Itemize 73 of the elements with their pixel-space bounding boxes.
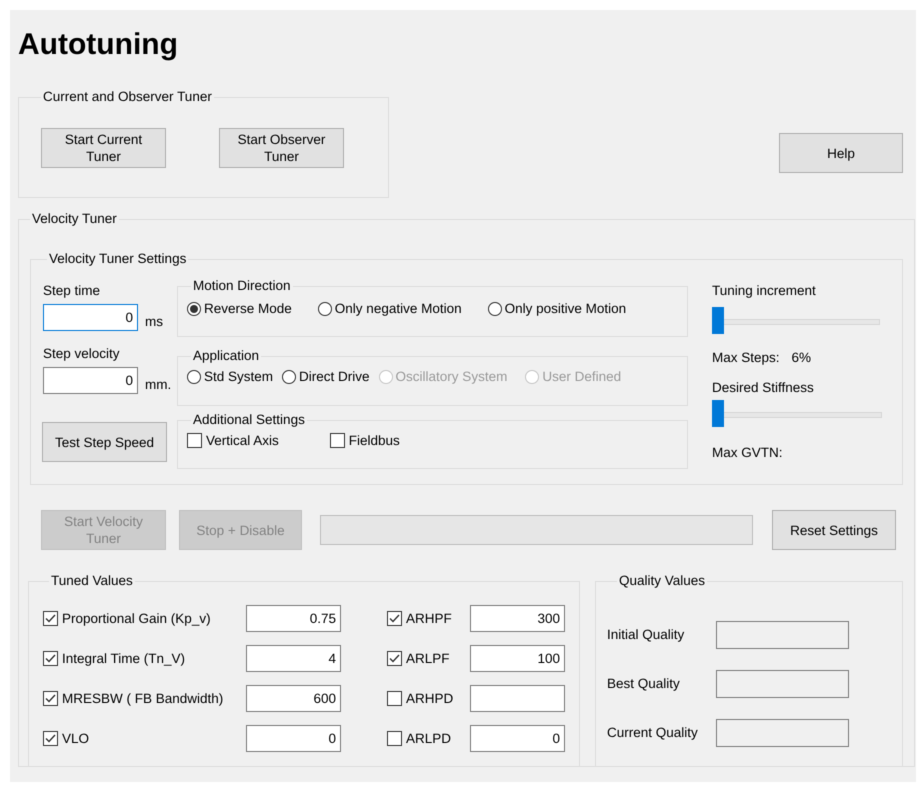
- input-field[interactable]: 0.75: [246, 605, 341, 632]
- radio-label[interactable]: Only negative Motion: [334, 301, 462, 316]
- group-title: Application: [192, 347, 260, 365]
- reset-settings-button[interactable]: Reset Settings: [772, 510, 896, 550]
- unit-label: mm.: [145, 377, 172, 392]
- checkbox[interactable]: [187, 433, 202, 448]
- unit-label: ms: [145, 314, 163, 329]
- input-field[interactable]: [470, 685, 565, 712]
- group-title: Velocity Tuner Settings: [48, 250, 188, 268]
- radio-label[interactable]: Std System: [204, 369, 274, 384]
- radio-button[interactable]: [187, 302, 201, 316]
- checkbox[interactable]: [43, 651, 58, 666]
- input-field[interactable]: [716, 621, 849, 649]
- help-button[interactable]: Help: [779, 133, 903, 173]
- checkbox[interactable]: [387, 691, 402, 706]
- input-field[interactable]: 600: [246, 685, 341, 712]
- radio-button[interactable]: [318, 302, 332, 316]
- slider-label: Tuning increment: [712, 283, 816, 298]
- group-title: Tuned Values: [50, 572, 134, 590]
- radio-button[interactable]: [282, 370, 296, 384]
- checkbox-label[interactable]: Proportional Gain (Kp_v): [62, 611, 211, 626]
- input-field[interactable]: 0: [43, 367, 138, 394]
- group-title: Velocity Tuner: [31, 210, 118, 228]
- checkbox-label[interactable]: ARHPF: [406, 611, 452, 626]
- input-field[interactable]: 100: [470, 645, 565, 672]
- checkbox-label[interactable]: Integral Time (Tn_V): [62, 651, 186, 666]
- checkbox[interactable]: [387, 651, 402, 666]
- slider[interactable]: [712, 307, 880, 335]
- input-field[interactable]: 0: [470, 725, 565, 752]
- checkbox[interactable]: [387, 611, 402, 626]
- radio-button[interactable]: [488, 302, 502, 316]
- field-label: Step velocity: [43, 346, 120, 361]
- window-title: Autotuning: [18, 28, 179, 62]
- radio-label[interactable]: Direct Drive: [299, 369, 370, 384]
- input-field[interactable]: [716, 719, 849, 747]
- input-field[interactable]: 300: [470, 605, 565, 632]
- max-steps-value: 6%: [792, 350, 812, 365]
- group-title: Quality Values: [618, 572, 706, 590]
- quality-label: Best Quality: [607, 676, 680, 691]
- test-step-speed-button[interactable]: Test Step Speed: [42, 422, 167, 462]
- slider-thumb[interactable]: [712, 307, 724, 334]
- slider-label: Desired Stiffness: [712, 380, 814, 395]
- field-label: Step time: [43, 283, 100, 298]
- max-gvtn-label: Max GVTN:: [712, 445, 783, 460]
- tuner-button[interactable]: Start Observer Tuner: [219, 128, 344, 168]
- input-field[interactable]: [716, 670, 849, 698]
- checkbox-label[interactable]: MRESBW ( FB Bandwidth): [62, 691, 224, 706]
- max-steps-label: Max Steps:: [712, 350, 780, 365]
- slider-thumb[interactable]: [712, 400, 724, 427]
- group-title: Motion Direction: [192, 277, 292, 295]
- group-title: Additional Settings: [192, 411, 306, 429]
- checkbox-label[interactable]: ARLPD: [406, 731, 452, 746]
- radio-label[interactable]: Reverse Mode: [204, 301, 292, 316]
- input-field[interactable]: 4: [246, 645, 341, 672]
- checkbox[interactable]: [330, 433, 345, 448]
- checkbox-label[interactable]: ARHPD: [406, 691, 454, 706]
- checkbox-label[interactable]: ARLPF: [406, 651, 450, 666]
- input-field[interactable]: 0: [43, 304, 138, 331]
- tuner-button[interactable]: Start Current Tuner: [41, 128, 166, 168]
- checkbox-label[interactable]: Fieldbus: [348, 433, 400, 448]
- quality-label: Current Quality: [607, 725, 698, 740]
- radio-label[interactable]: Only positive Motion: [504, 301, 626, 316]
- checkbox[interactable]: [43, 611, 58, 626]
- group-title: Current and Observer Tuner: [42, 88, 213, 106]
- checkbox-label[interactable]: Vertical Axis: [206, 433, 279, 448]
- checkbox-label[interactable]: VLO: [62, 731, 90, 746]
- checkbox[interactable]: [43, 691, 58, 706]
- slider[interactable]: [712, 400, 882, 428]
- checkbox[interactable]: [43, 731, 58, 746]
- checkbox[interactable]: [387, 731, 402, 746]
- input-field[interactable]: 0: [246, 725, 341, 752]
- quality-label: Initial Quality: [607, 627, 684, 642]
- radio-button[interactable]: [187, 370, 201, 384]
